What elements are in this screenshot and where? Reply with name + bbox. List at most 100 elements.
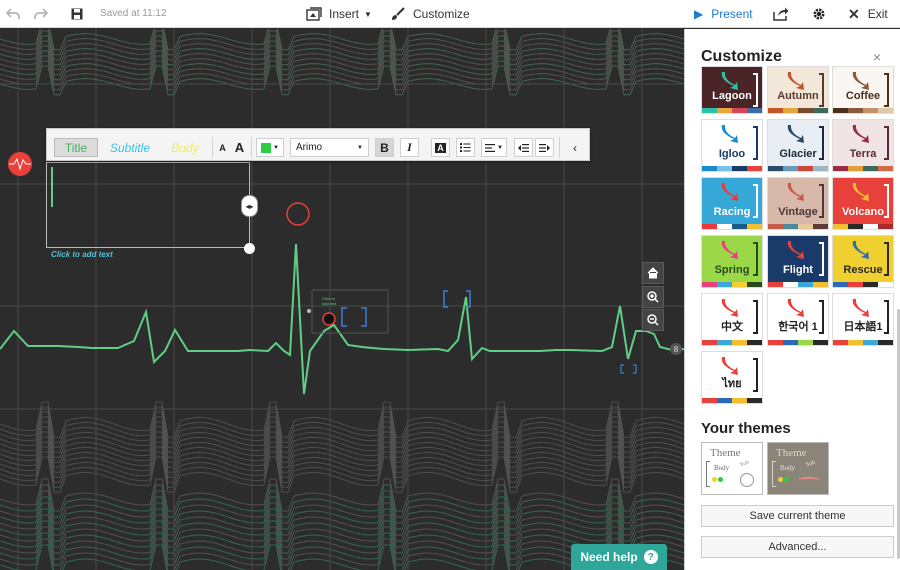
bullet-list-button[interactable] xyxy=(456,138,475,157)
outdent-icon xyxy=(518,143,529,152)
close-icon: ✕ xyxy=(848,5,860,22)
close-sidebar-icon[interactable]: × xyxy=(873,49,881,65)
click-to-add-text[interactable]: Click to add text xyxy=(51,250,113,259)
theme-name: 日本語1 xyxy=(843,321,883,333)
text-color-button[interactable]: ▼ xyxy=(256,138,284,157)
presentation-canvas[interactable]: Click to add text 8 xyxy=(0,29,684,570)
theme-tile-coffee[interactable]: Coffee xyxy=(832,66,894,114)
undo-icon[interactable] xyxy=(6,0,22,28)
advanced-button[interactable]: Advanced... xyxy=(701,536,894,558)
indent-button[interactable] xyxy=(535,138,554,157)
theme-tile-volcano[interactable]: Volcano xyxy=(832,177,894,230)
canvas-background: Click to add text xyxy=(0,29,684,570)
exit-label: Exit xyxy=(867,7,888,21)
background-ecg-pattern xyxy=(0,29,684,570)
decrease-font-button[interactable]: A xyxy=(215,138,230,157)
arrow-icon xyxy=(787,183,804,201)
theme-tile-vintage[interactable]: Vintage xyxy=(767,177,829,230)
exit-button[interactable]: ✕ Exit xyxy=(848,0,888,28)
theme-tile-flight[interactable]: Flight xyxy=(767,235,829,288)
zoom-out-icon xyxy=(647,314,659,326)
theme-name: Volcano xyxy=(842,206,884,218)
theme-tile-spring[interactable]: Spring xyxy=(701,235,763,288)
style-body-tab[interactable]: Body xyxy=(162,138,208,157)
align-button[interactable]: ▼ xyxy=(481,138,507,157)
chevron-down-icon: ▼ xyxy=(357,144,363,151)
zoom-in-icon xyxy=(647,291,659,303)
theme-name: Flight xyxy=(783,264,813,276)
text-box[interactable]: ◂▸ xyxy=(46,162,258,254)
canvas-grid xyxy=(0,29,684,570)
theme-color-stripe xyxy=(702,340,762,345)
share-icon[interactable] xyxy=(773,0,789,28)
theme-tile-한국어-1[interactable]: 한국어 1 xyxy=(767,293,829,346)
resize-width-handle[interactable]: ◂▸ xyxy=(241,195,258,217)
theme-color-stripe xyxy=(768,108,828,113)
zoom-in-button[interactable] xyxy=(642,286,664,308)
arrow-icon xyxy=(852,241,869,259)
increase-font-button[interactable]: A xyxy=(232,138,247,157)
theme-color-stripe xyxy=(768,166,828,171)
theme-tile-rescue[interactable]: Rescue xyxy=(832,235,894,288)
save-icon[interactable] xyxy=(71,0,85,28)
font-select[interactable]: Arimo ▼ xyxy=(290,138,369,157)
theme-color-stripe xyxy=(833,224,893,229)
theme-tile-中文[interactable]: 中文 xyxy=(701,293,763,346)
theme-color-stripe xyxy=(833,340,893,345)
bold-button[interactable]: B xyxy=(375,138,394,157)
need-help-button[interactable]: Need help ? xyxy=(571,544,667,570)
saved-status: Saved at 11:12 xyxy=(100,8,167,19)
theme-name: Autumn xyxy=(777,90,819,102)
home-zoom-button[interactable] xyxy=(642,262,664,284)
bracket-left xyxy=(772,461,776,487)
user-theme-sub: Sub xyxy=(805,459,817,469)
save-current-theme-button[interactable]: Save current theme xyxy=(701,505,894,527)
clock-icon xyxy=(740,473,754,487)
theme-tile-ไทย[interactable]: ไทย xyxy=(701,351,763,404)
outdent-button[interactable] xyxy=(514,138,533,157)
font-name: Arimo xyxy=(296,142,323,153)
theme-tile-racing[interactable]: Racing xyxy=(701,177,763,230)
insert-button[interactable]: Insert ▼ xyxy=(306,0,372,28)
theme-tile-glacier[interactable]: Glacier xyxy=(767,119,829,172)
user-theme-card[interactable]: Theme Body Sub xyxy=(701,442,763,495)
theme-tile-lagoon[interactable]: Lagoon xyxy=(701,66,763,114)
zoom-out-button[interactable] xyxy=(642,309,664,331)
text-background-button[interactable]: A xyxy=(431,138,450,157)
frame-number-badge[interactable]: 8 xyxy=(670,343,682,355)
theme-color-stripe xyxy=(768,282,828,287)
chevron-down-icon: ▼ xyxy=(364,9,372,19)
bracket-left xyxy=(706,461,710,487)
theme-color-stripe xyxy=(702,224,762,229)
customize-button[interactable]: Customize xyxy=(391,0,470,28)
sidebar-title: Customize xyxy=(701,48,782,65)
user-theme-sub: Sub xyxy=(739,459,751,469)
theme-name: Glacier xyxy=(779,148,817,160)
align-left-icon xyxy=(485,143,496,152)
theme-tile-autumn[interactable]: Autumn xyxy=(767,66,829,114)
gear-icon[interactable] xyxy=(812,0,826,28)
arrow-icon xyxy=(721,72,738,90)
theme-color-stripe xyxy=(702,398,762,403)
collapse-toolbar-icon[interactable]: ‹ xyxy=(566,138,584,157)
theme-tile-日本語1[interactable]: 日本語1 xyxy=(832,293,894,346)
style-subtitle-tab[interactable]: Subtitle xyxy=(100,138,160,157)
arrow-icon xyxy=(852,125,869,143)
user-theme-card[interactable]: Theme Body Sub xyxy=(767,442,829,495)
svg-text:add text: add text xyxy=(322,301,337,306)
present-button[interactable]: ▶ Present xyxy=(694,0,753,28)
resize-handle[interactable] xyxy=(244,243,255,254)
theme-name: Spring xyxy=(714,264,750,276)
redo-icon[interactable] xyxy=(34,0,50,28)
theme-tile-igloo[interactable]: Igloo xyxy=(701,119,763,172)
theme-color-stripe xyxy=(702,108,762,113)
chevron-down-icon: ▼ xyxy=(273,144,279,151)
theme-color-stripe xyxy=(702,282,762,287)
theme-name: Terra xyxy=(849,148,877,160)
arrow-icon xyxy=(787,241,804,259)
theme-tile-terra[interactable]: Terra xyxy=(832,119,894,172)
style-title-tab[interactable]: Title xyxy=(54,138,98,157)
home-icon xyxy=(647,267,659,279)
brush-icon xyxy=(391,7,405,21)
italic-button[interactable]: I xyxy=(400,138,419,157)
